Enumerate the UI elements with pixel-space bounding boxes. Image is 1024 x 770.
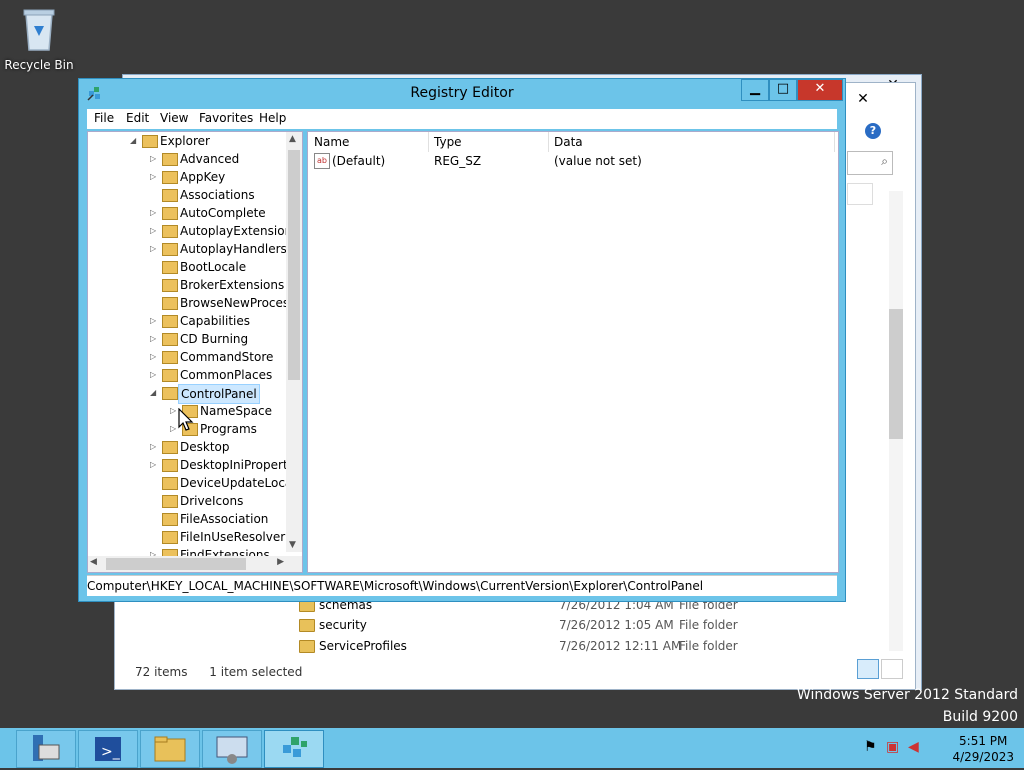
folder-icon	[162, 369, 178, 382]
taskbar: >_ ⚑ ▣ ◀ 5:51 PM 4/29/2023	[0, 728, 1024, 768]
folder-icon	[162, 225, 178, 238]
folder-icon	[142, 135, 158, 148]
address-segment	[847, 183, 873, 205]
folder-icon	[162, 297, 178, 310]
folder-icon	[162, 477, 178, 490]
column-header-name[interactable]: Name	[308, 132, 429, 152]
menu-edit[interactable]: Edit	[126, 111, 149, 125]
scroll-thumb[interactable]	[288, 150, 300, 380]
help-icon[interactable]: ?	[865, 123, 881, 139]
flag-icon[interactable]: ⚑	[864, 739, 877, 755]
values-pane[interactable]: Name Type Data ab (Default) REG_SZ (valu…	[307, 131, 839, 573]
minimize-button[interactable]: ▁	[741, 79, 769, 101]
large-icons-view-icon[interactable]	[881, 659, 903, 679]
volume-icon[interactable]: ◀	[908, 739, 919, 755]
recycle-bin-label: Recycle Bin	[4, 58, 74, 72]
scroll-left-icon[interactable]: ◀	[90, 557, 97, 567]
string-value-icon: ab	[314, 153, 330, 169]
expand-arrow-icon[interactable]: ▷	[150, 366, 160, 384]
collapse-arrow-icon[interactable]: ◢	[150, 384, 160, 402]
folder-icon	[162, 441, 178, 454]
scroll-down-icon[interactable]: ▼	[289, 540, 296, 550]
folder-icon	[162, 189, 178, 202]
folder-icon	[162, 243, 178, 256]
expand-arrow-icon[interactable]: ▷	[150, 168, 160, 186]
folder-icon	[299, 619, 315, 632]
folder-icon	[162, 513, 178, 526]
menu-favorites[interactable]: Favorites	[199, 111, 253, 125]
window-title: Registry Editor	[410, 85, 514, 101]
maximize-button[interactable]: □	[769, 79, 797, 101]
expand-arrow-icon[interactable]: ▷	[150, 348, 160, 366]
expand-arrow-icon[interactable]: ▷	[150, 312, 160, 330]
mouse-cursor-icon	[178, 408, 194, 431]
file-explorer-icon[interactable]	[140, 730, 200, 768]
folder-icon	[162, 207, 178, 220]
recycle-bin-icon	[22, 6, 56, 52]
clock-time: 5:51 PM	[959, 734, 1008, 748]
expand-arrow-icon[interactable]: ▷	[150, 438, 160, 456]
folder-icon	[162, 459, 178, 472]
file-row[interactable]: ServiceProfiles 7/26/2012 12:11 AM File …	[299, 636, 899, 656]
folder-icon	[162, 153, 178, 166]
value-row[interactable]: ab (Default) REG_SZ (value not set)	[308, 152, 838, 170]
folder-icon	[162, 171, 178, 184]
folder-icon	[162, 261, 178, 274]
scroll-up-icon[interactable]: ▲	[289, 134, 296, 144]
menu-file[interactable]: File	[94, 111, 114, 125]
menu-bar: File Edit View Favorites Help	[87, 109, 837, 129]
expand-arrow-icon[interactable]: ▷	[150, 204, 160, 222]
expand-arrow-icon[interactable]: ▷	[150, 240, 160, 258]
scroll-thumb[interactable]	[106, 558, 246, 570]
scroll-right-icon[interactable]: ▶	[277, 557, 284, 567]
network-icon[interactable]: ▣	[886, 739, 899, 755]
collapse-arrow-icon[interactable]: ◢	[130, 132, 140, 150]
menu-view[interactable]: View	[160, 111, 188, 125]
expand-arrow-icon[interactable]: ▷	[150, 222, 160, 240]
tree-vertical-scrollbar[interactable]: ▲ ▼	[286, 132, 302, 552]
vertical-scrollbar[interactable]	[889, 191, 903, 651]
selection-count: 1 item selected	[209, 665, 303, 679]
control-panel-icon[interactable]	[202, 730, 262, 768]
recycle-bin-desktop-icon[interactable]: Recycle Bin	[4, 6, 74, 72]
expand-arrow-icon[interactable]: ▷	[150, 150, 160, 168]
folder-icon	[162, 315, 178, 328]
os-watermark: Windows Server 2012 Standard Build 9200	[796, 687, 1018, 725]
folder-icon	[162, 531, 178, 544]
powershell-icon[interactable]: >_	[78, 730, 138, 768]
folder-icon	[162, 351, 178, 364]
details-view-icon[interactable]	[857, 659, 879, 679]
server-manager-icon[interactable]	[16, 730, 76, 768]
expand-arrow-icon[interactable]: ▷	[150, 330, 160, 348]
title-bar[interactable]: Registry Editor ▁ □ ✕	[79, 79, 845, 109]
search-input[interactable]: ⌕	[847, 151, 893, 175]
registry-editor-taskbar-icon[interactable]	[264, 730, 324, 768]
folder-icon	[162, 495, 178, 508]
folder-icon	[162, 279, 178, 292]
folder-icon	[299, 640, 315, 653]
column-header-data[interactable]: Data	[548, 132, 835, 152]
svg-text:>_: >_	[101, 744, 121, 760]
search-icon: ⌕	[881, 154, 888, 168]
folder-icon	[162, 387, 178, 400]
column-header-type[interactable]: Type	[428, 132, 549, 152]
close-button[interactable]: ✕	[797, 79, 843, 101]
folder-icon	[162, 333, 178, 346]
system-tray: ⚑ ▣ ◀ 5:51 PM 4/29/2023	[864, 731, 1014, 765]
key-tree[interactable]: ◢ Explorer ▷ Advanced ▷ AppKey Associations…	[87, 131, 303, 573]
menu-help[interactable]: Help	[259, 111, 286, 125]
address-path: Computer\HKEY_LOCAL_MACHINE\SOFTWARE\Mic…	[87, 575, 837, 596]
item-count: 72 items	[135, 665, 188, 679]
expand-arrow-icon[interactable]: ▷	[150, 456, 160, 474]
file-row[interactable]: security 7/26/2012 1:05 AM File folder	[299, 615, 899, 635]
registry-editor-window[interactable]: Registry Editor ▁ □ ✕ File Edit View Fav…	[78, 78, 846, 602]
clock[interactable]: 5:51 PM 4/29/2023	[952, 733, 1014, 765]
clock-date: 4/29/2023	[952, 750, 1014, 764]
tree-horizontal-scrollbar[interactable]: ◀ ▶	[88, 556, 302, 572]
status-bar: 72 items 1 item selected	[135, 665, 302, 679]
close-icon[interactable]: ✕	[841, 89, 885, 109]
